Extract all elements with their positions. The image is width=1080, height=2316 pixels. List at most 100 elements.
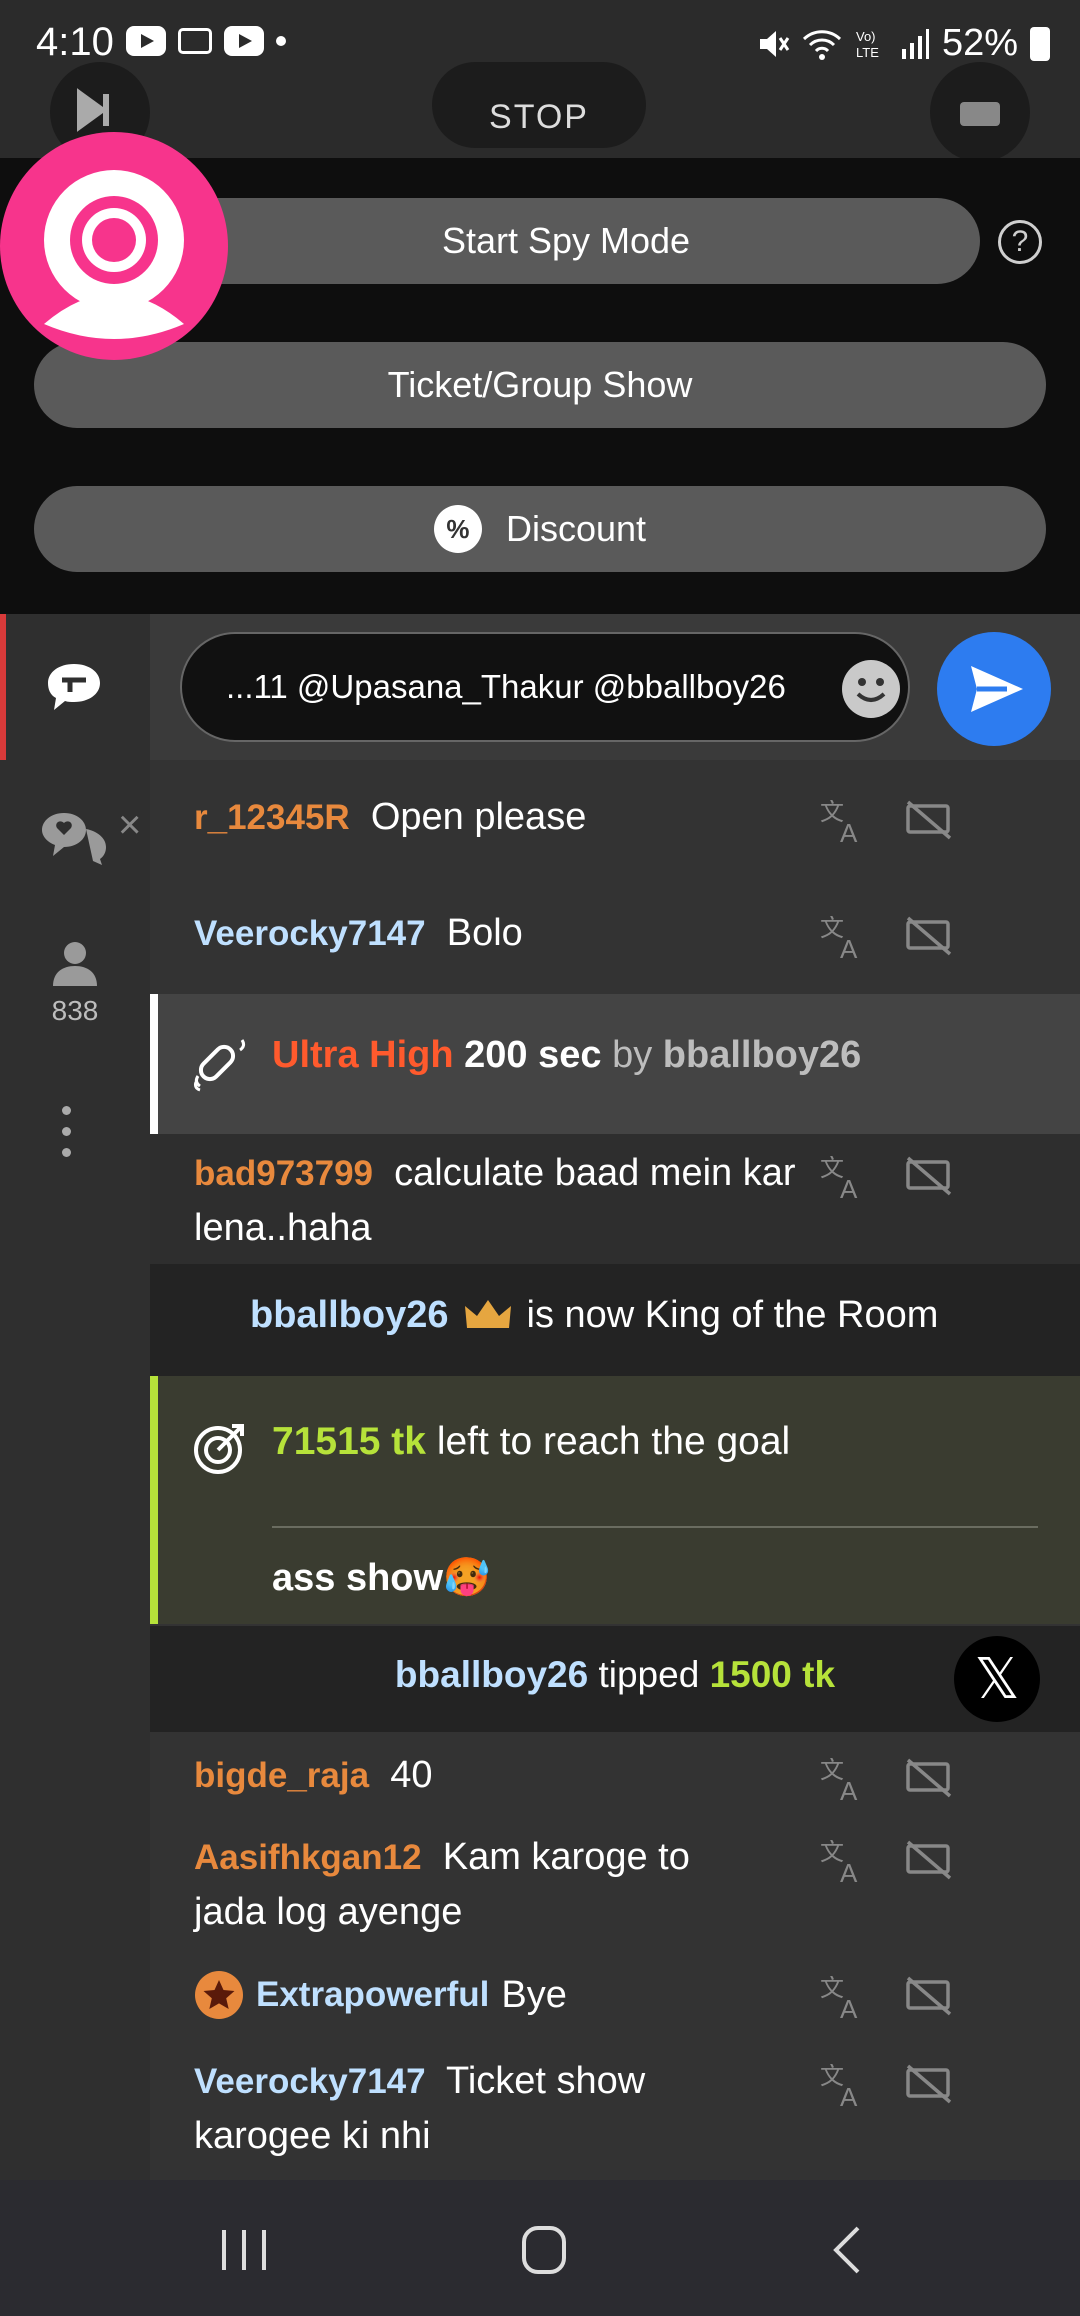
tip-event-row: Ultra High 200 sec by bballboy26 [150, 994, 1080, 1134]
goal-text: left to reach the goal [436, 1420, 791, 1463]
message-username[interactable]: bigde_raja [194, 1756, 369, 1795]
king-username[interactable]: bballboy26 [250, 1294, 449, 1337]
tip-user[interactable]: bballboy26 [663, 1034, 862, 1076]
more-options-icon[interactable] [62, 1106, 71, 1169]
home-icon[interactable] [514, 2222, 574, 2278]
camera-switch-icon[interactable] [930, 62, 1030, 162]
message-username[interactable]: bad973799 [194, 1154, 373, 1193]
tipped-username[interactable]: bballboy26 [395, 1654, 588, 1695]
battery-icon [1030, 26, 1050, 61]
battery-percent: 52% [941, 22, 1018, 64]
ignore-user-icon[interactable] [904, 1156, 954, 1198]
chat-message: r_12345R Open please 文A [150, 760, 1080, 876]
message-text: Bolo [446, 912, 523, 954]
message-username[interactable]: Veerocky7147 [194, 914, 426, 953]
message-input[interactable]: ‎...11 @Upasana_Thakur @bballboy26 [180, 632, 910, 742]
goal-divider [272, 1526, 1038, 1528]
translate-icon[interactable]: 文A [820, 1156, 868, 1200]
goal-indicator [150, 1376, 158, 1624]
chat-message: Veerocky7147 Bolo 文A [150, 876, 1080, 994]
recent-apps-icon[interactable] [214, 2224, 274, 2276]
ticket-label: Ticket/Group Show [387, 364, 693, 405]
message-text: 40 [390, 1754, 433, 1796]
wifi-icon [802, 29, 841, 60]
crown-icon [464, 1299, 511, 1328]
chat-bubble-icon [44, 660, 104, 719]
ignore-user-icon[interactable] [904, 2064, 954, 2106]
user-icon [53, 942, 97, 986]
system-icons: Vo) LTE 52% [756, 22, 1050, 65]
discount-button[interactable]: % Discount [34, 486, 1046, 572]
translate-icon[interactable]: 文A [820, 1758, 868, 1802]
spy-mode-label: Start Spy Mode [441, 220, 691, 261]
mute-icon [759, 30, 790, 57]
svg-text:A: A [840, 2082, 858, 2108]
translate-icon[interactable]: 文A [820, 916, 868, 960]
message-username[interactable]: Extrapowerful [256, 1968, 489, 2022]
ignore-user-icon[interactable] [904, 800, 954, 842]
message-username[interactable]: r_12345R [194, 798, 350, 837]
tip-duration: 200 sec [464, 1034, 602, 1076]
emoji-icon[interactable] [842, 660, 900, 718]
chat-message: Aasifhkgan12 Kam karoge to jada log ayen… [150, 1814, 1080, 1954]
message-text: Open please [370, 796, 587, 838]
svg-text:A: A [840, 1858, 858, 1884]
tip-by: by [612, 1034, 653, 1076]
status-time: 4:10 [36, 20, 114, 64]
close-private-icon[interactable]: × [118, 803, 141, 848]
star-badge-icon [195, 1971, 243, 2019]
svg-text:A: A [840, 1994, 858, 2020]
viewer-count: 838 [51, 995, 99, 1026]
translate-icon[interactable]: 文A [820, 800, 868, 844]
chat-message: bigde_raja 40 文A [150, 1732, 1080, 1814]
goal-title: ass show🥵 [272, 1557, 491, 1599]
chat-feed[interactable]: r_12345R Open please 文A Veerocky7147 Bol… [150, 760, 1080, 2180]
discount-icon: % [433, 505, 482, 553]
discount-label: Discount [505, 508, 647, 549]
message-username[interactable]: Aasifhkgan12 [194, 1838, 422, 1877]
svg-text:A: A [840, 1776, 858, 1802]
volte-icon: Vo)LTE [856, 29, 879, 60]
king-event-row: bballboy26 is now King of the Room [150, 1264, 1080, 1376]
king-text: is now King of the Room [526, 1294, 939, 1336]
svg-text:A: A [840, 934, 858, 960]
tipped-verb: tipped [598, 1654, 700, 1695]
private-messages-tab[interactable]: × [38, 803, 141, 870]
chat-message: Veerocky7147 Ticket show karogee ki nhi … [150, 2038, 1080, 2180]
back-icon[interactable] [822, 2224, 872, 2276]
translate-icon[interactable]: 文A [820, 1840, 868, 1884]
chat-message: Extrapowerful Bye 文A [150, 1954, 1080, 2038]
youtube-icon [224, 26, 264, 56]
viewers-button[interactable]: 838 [40, 940, 110, 1027]
start-spy-mode-button[interactable]: Start Spy Mode [112, 198, 980, 284]
ignore-user-icon[interactable] [904, 1758, 954, 1800]
vibrator-icon [194, 1039, 246, 1092]
chat-sidebar: × 838 [0, 614, 150, 2180]
svg-text:A: A [840, 1174, 858, 1200]
notification-icons [126, 26, 286, 56]
stop-label: STOP [489, 98, 589, 136]
chat-message: bad973799 calculate baad mein kar lena..… [150, 1134, 1080, 1264]
webcam-icon[interactable] [0, 132, 228, 360]
message-text: Bye [501, 1974, 567, 2016]
send-icon [971, 666, 1023, 712]
goal-panel: 71515 tk left to reach the goal ass show… [150, 1376, 1080, 1624]
send-button[interactable] [937, 632, 1051, 746]
stop-button[interactable]: STOP [432, 62, 646, 148]
svg-text:A: A [840, 818, 858, 844]
message-username[interactable]: Veerocky7147 [194, 2062, 426, 2101]
translate-icon[interactable]: 文A [820, 1976, 868, 2020]
svg-text:Vo): Vo) [856, 29, 876, 44]
translate-icon[interactable]: 文A [820, 2064, 868, 2108]
active-tab-indicator [0, 614, 6, 760]
youtube-icon [126, 26, 166, 56]
help-icon[interactable]: ? [998, 220, 1042, 264]
ignore-user-icon[interactable] [904, 1840, 954, 1882]
ignore-user-icon[interactable] [904, 916, 954, 958]
ignore-user-icon[interactable] [904, 1976, 954, 2018]
goal-amount: 71515 tk [272, 1420, 426, 1463]
x-logo-icon[interactable]: 𝕏 [954, 1636, 1040, 1722]
tip-indicator [150, 994, 158, 1134]
private-chat-icon [42, 813, 106, 865]
public-chat-tab[interactable] [0, 614, 150, 760]
